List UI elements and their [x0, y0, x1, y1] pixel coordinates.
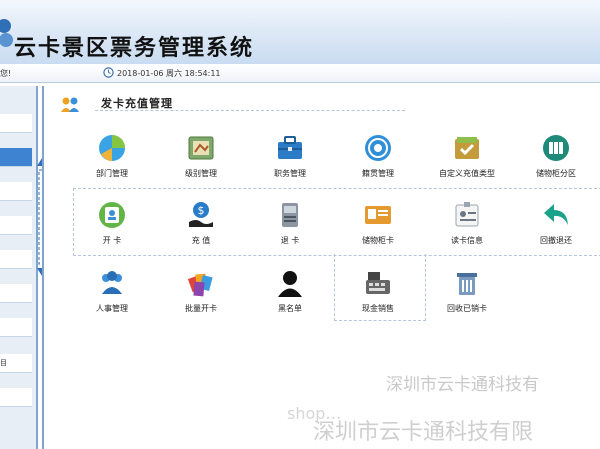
personnel-icon: [102, 271, 122, 294]
tile-label: 黑名单: [278, 304, 302, 313]
tile-label: 回收已销卡: [447, 304, 487, 313]
tile-label: 批量开卡: [185, 304, 217, 313]
sidebar-item[interactable]: [0, 216, 32, 235]
custom-recharge-icon: [455, 137, 479, 159]
tile-recharge[interactable]: $ 充 值: [163, 200, 239, 250]
recharge-icon: $: [189, 202, 213, 227]
locker-card-icon: [365, 206, 391, 224]
tile-label: 退 卡: [280, 236, 300, 245]
recycle-card-icon: [457, 273, 477, 295]
tile-locker-zone[interactable]: 储物柜分区: [518, 133, 594, 183]
sidebar-item[interactable]: [0, 284, 32, 303]
tile-label: 职务管理: [274, 169, 306, 178]
locker-zone-icon: [543, 135, 569, 161]
tile-return-card[interactable]: 退 卡: [252, 200, 328, 250]
clock-icon: [103, 67, 114, 78]
sidebar-item-partial[interactable]: 目: [0, 354, 32, 373]
watermark-text: 深圳市云卡通科技有: [386, 375, 539, 395]
batch-open-icon: [187, 273, 213, 297]
tile-hometown[interactable]: 籍贯管理: [340, 133, 416, 183]
cash-sale-icon: [366, 272, 390, 294]
watermark-text: 深圳市云卡通科技有限: [313, 420, 534, 445]
tile-refund[interactable]: 回撤退还: [518, 200, 594, 250]
sidebar-item[interactable]: [0, 318, 32, 337]
tile-level[interactable]: 级别管理: [163, 133, 239, 183]
sidebar-item[interactable]: [0, 250, 32, 269]
sidebar-item-active[interactable]: [0, 148, 32, 167]
tile-label: 储物柜分区: [536, 169, 576, 178]
sidebar: 目: [0, 86, 38, 449]
tile-label: 级别管理: [185, 169, 217, 178]
tile-label: 回撤退还: [540, 236, 572, 245]
greeting-text: 您!: [0, 69, 12, 78]
refund-icon: [544, 204, 568, 225]
position-icon: [278, 136, 302, 159]
tile-read-card[interactable]: 读卡信息: [429, 200, 505, 250]
level-icon: [188, 136, 214, 160]
blacklist-icon: [278, 271, 302, 297]
status-bar: 您! 2018-01-06 周六 18:54:11: [0, 64, 600, 83]
tile-label: 现金销售: [362, 304, 394, 313]
tile-personnel[interactable]: 人事管理: [74, 268, 150, 318]
tile-label: 开 卡: [102, 236, 122, 245]
open-card-icon: [99, 202, 125, 228]
tile-batch-open[interactable]: 批量开卡: [163, 268, 239, 318]
tile-label: 部门管理: [96, 169, 128, 178]
tile-label: 充 值: [191, 236, 211, 245]
app-header: 云卡景区票务管理系统: [0, 0, 600, 64]
panel-title-divider: [95, 110, 405, 111]
tile-department[interactable]: 部门管理: [74, 133, 150, 183]
tile-blacklist[interactable]: 黑名单: [252, 268, 328, 318]
tile-locker-card[interactable]: 储物柜卡: [340, 200, 416, 250]
users-group-icon: [61, 97, 79, 112]
read-card-icon: [455, 202, 479, 227]
sidebar-item[interactable]: [0, 114, 32, 133]
sidebar-item[interactable]: [0, 388, 32, 407]
app-title: 云卡景区票务管理系统: [14, 35, 255, 61]
tile-cash-sale[interactable]: 现金销售: [340, 268, 416, 318]
sidebar-item[interactable]: [0, 182, 32, 201]
hometown-icon: [365, 135, 391, 161]
tile-recycle-card[interactable]: 回收已销卡: [429, 268, 505, 318]
tile-custom-recharge[interactable]: 自定义充值类型: [429, 133, 505, 183]
tile-label: 读卡信息: [451, 236, 483, 245]
panel-title: 发卡充值管理: [101, 97, 173, 110]
tile-label: 籍贯管理: [362, 169, 394, 178]
svg-text:$: $: [198, 204, 205, 217]
department-icon: [99, 135, 125, 161]
datetime-text: 2018-01-06 周六 18:54:11: [117, 69, 221, 78]
return-card-icon: [282, 203, 298, 227]
tile-label: 自定义充值类型: [439, 169, 495, 178]
tile-position[interactable]: 职务管理: [252, 133, 328, 183]
tile-open-card[interactable]: 开 卡: [74, 200, 150, 250]
tile-label: 人事管理: [96, 304, 128, 313]
tile-label: 储物柜卡: [362, 236, 394, 245]
